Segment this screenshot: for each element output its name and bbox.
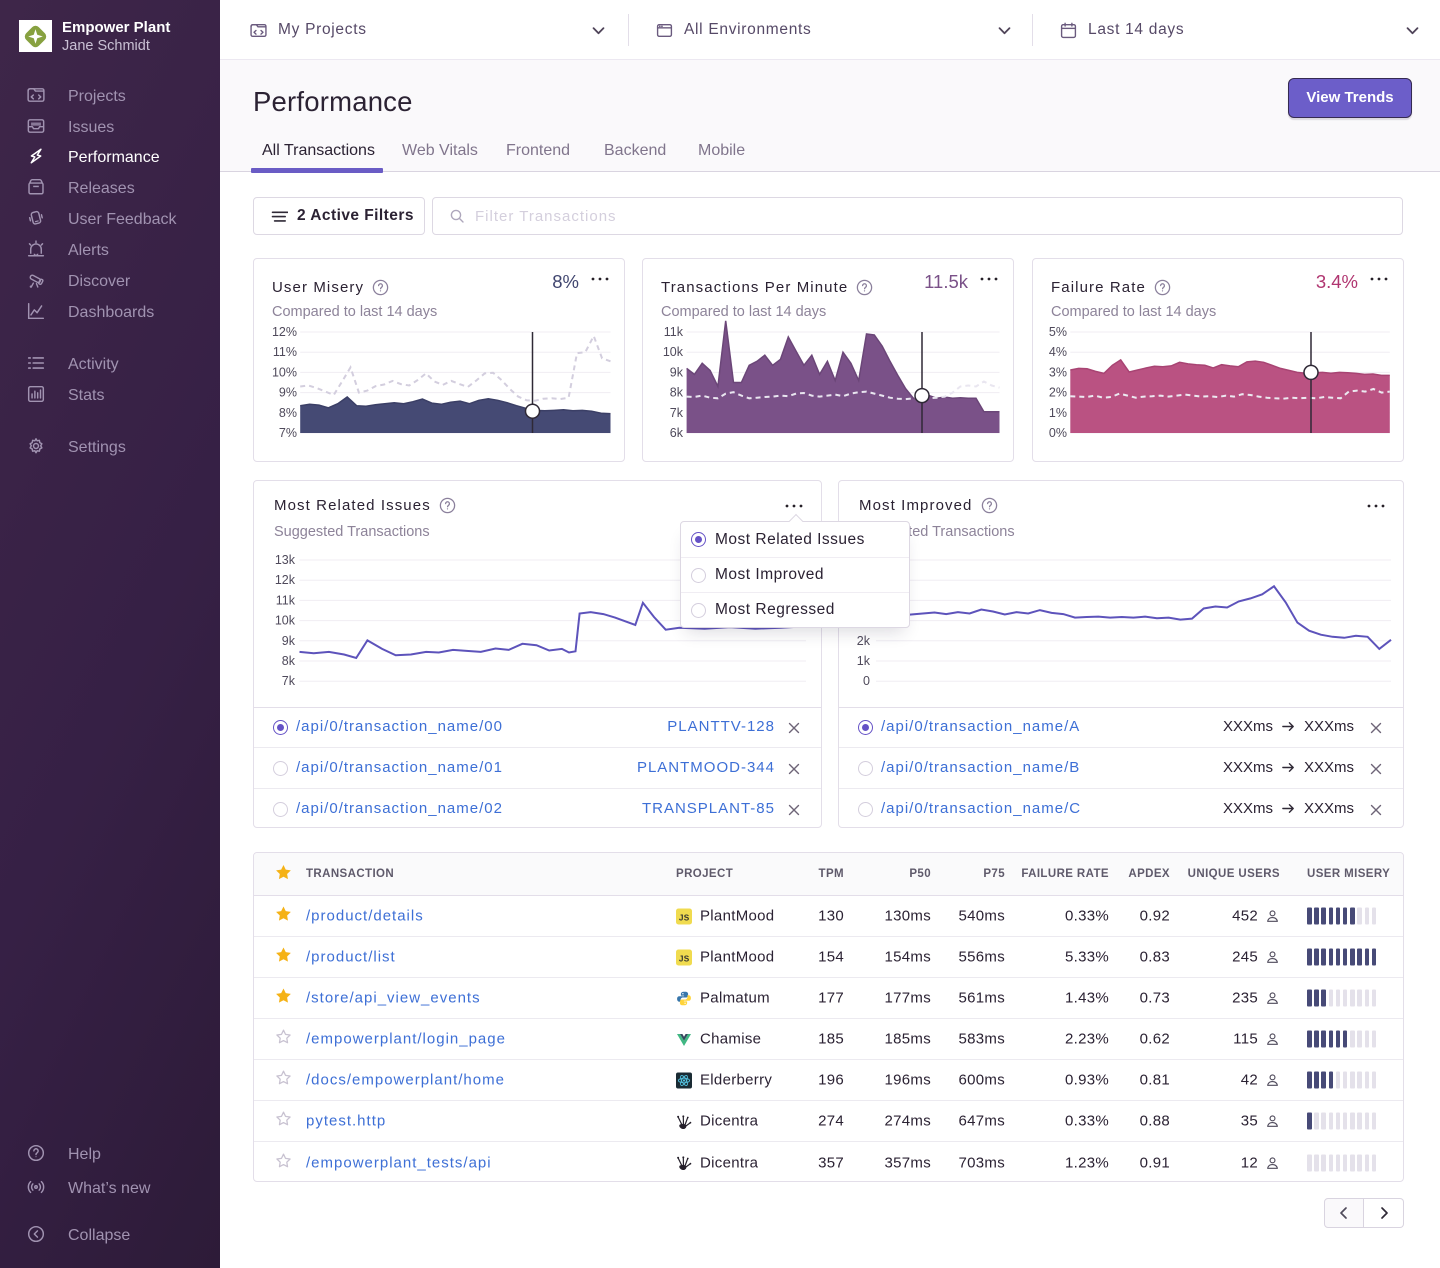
- svg-text:2k: 2k: [857, 634, 871, 648]
- svg-text:7k: 7k: [670, 406, 684, 420]
- svg-text:11%: 11%: [273, 345, 297, 359]
- svg-text:2%: 2%: [1049, 386, 1067, 400]
- svg-text:5%: 5%: [1049, 325, 1067, 339]
- svg-text:JS: JS: [679, 913, 690, 922]
- svg-text:1k: 1k: [857, 654, 871, 668]
- svg-text:7%: 7%: [279, 426, 297, 440]
- svg-text:0: 0: [863, 674, 870, 688]
- svg-text:7k: 7k: [282, 674, 296, 688]
- svg-text:12k: 12k: [275, 573, 296, 587]
- svg-text:6k: 6k: [670, 426, 684, 440]
- svg-text:4%: 4%: [1049, 345, 1067, 359]
- svg-text:8k: 8k: [282, 654, 296, 668]
- svg-text:9k: 9k: [670, 365, 684, 379]
- svg-text:8%: 8%: [279, 406, 297, 420]
- svg-text:1%: 1%: [1049, 406, 1067, 420]
- svg-text:12%: 12%: [272, 325, 297, 339]
- svg-text:10k: 10k: [663, 345, 684, 359]
- svg-text:0%: 0%: [1049, 426, 1067, 440]
- svg-text:13k: 13k: [275, 553, 296, 567]
- svg-text:8k: 8k: [670, 386, 684, 400]
- svg-text:3%: 3%: [1049, 365, 1067, 379]
- svg-text:JS: JS: [679, 954, 690, 963]
- svg-text:11k: 11k: [276, 593, 296, 607]
- svg-text:9%: 9%: [279, 386, 297, 400]
- svg-text:10k: 10k: [275, 614, 296, 628]
- svg-text:10%: 10%: [272, 365, 297, 379]
- svg-text:9k: 9k: [282, 634, 296, 648]
- svg-text:11k: 11k: [664, 325, 684, 339]
